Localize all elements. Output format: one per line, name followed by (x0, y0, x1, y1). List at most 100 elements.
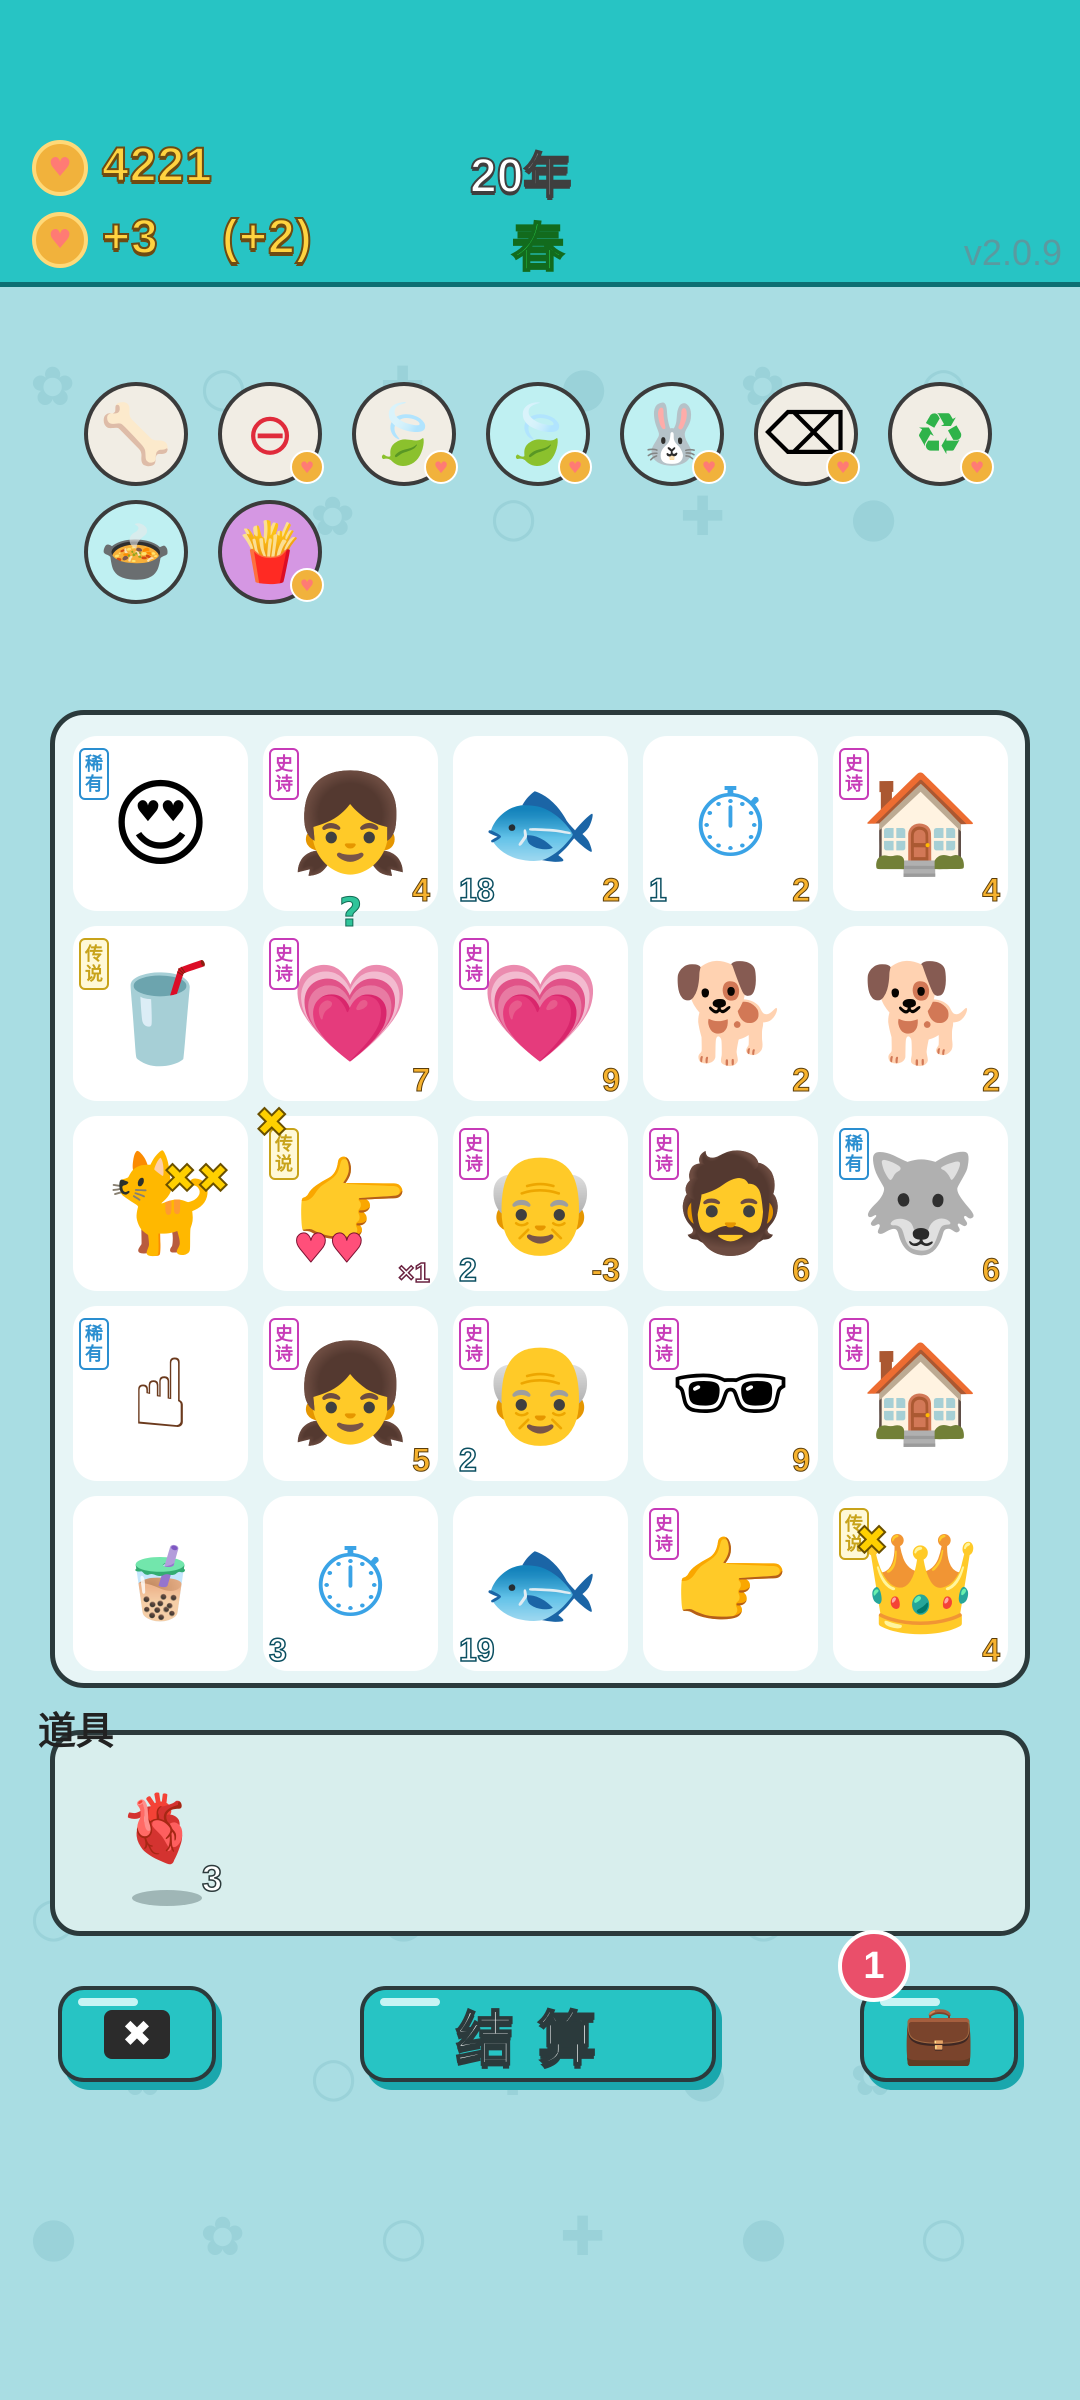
rarity-tag: 传说 (79, 938, 109, 990)
items-title: 道具 (38, 1711, 115, 1753)
board-cell[interactable]: 👧 史诗 4 (263, 736, 438, 911)
rarity-tag: 稀有 (79, 748, 109, 800)
board-cell[interactable]: 💗 史诗 9 (453, 926, 628, 1101)
cell-value: 6 (982, 1252, 1001, 1289)
board-cell[interactable]: 🐟 18 2 (453, 736, 628, 911)
board-cell[interactable]: 🕶 史诗 9 (643, 1306, 818, 1481)
rarity-tag: 稀有 (839, 1128, 869, 1180)
button-shine (78, 1998, 138, 2006)
board-cell[interactable]: 👧 史诗 5 (263, 1306, 438, 1481)
board-cell[interactable]: 🥤 传说 (73, 926, 248, 1101)
coin-total: 4221 (101, 138, 213, 193)
question-mark-icon: ? (338, 890, 363, 937)
income-bonus: (+2) (221, 210, 313, 265)
cell-value: 2 (602, 872, 621, 909)
rarity-tag: 史诗 (839, 1318, 869, 1370)
coin-icon: ♥ (32, 140, 88, 196)
income-value: +3 (101, 210, 159, 265)
cell-value: 4 (982, 1632, 1001, 1669)
board-cell[interactable]: 👴 史诗 2 (453, 1306, 628, 1481)
board-cell[interactable]: 🧋 (73, 1496, 248, 1671)
settle-button[interactable]: 结算 (360, 1986, 716, 2082)
season-label: 春 (511, 218, 565, 280)
board-cell[interactable]: ⏱ 1 2 (643, 736, 818, 911)
board-cell[interactable]: ⏱ 3 (263, 1496, 438, 1671)
reroll-icon: ♻ (914, 400, 966, 468)
green-leaf-ability-button[interactable]: 🍃 ♥ (486, 382, 592, 486)
income-coin-icon: ♥ (32, 212, 88, 268)
yellow-leaf-ability-button[interactable]: 🍃 ♥ (352, 382, 458, 486)
cell-counter: 18 (458, 871, 495, 909)
delete-button[interactable]: ✖ (58, 1986, 216, 2082)
rarity-tag: 史诗 (649, 1318, 679, 1370)
reroll-ability-button[interactable]: ♻ ♥ (888, 382, 994, 486)
board-cell[interactable]: 🐈 ✖✖ (73, 1116, 248, 1291)
cell-value: -3 (591, 1252, 620, 1289)
briefcase-icon: 💼 (902, 1999, 976, 2068)
rarity-tag: 稀有 (79, 1318, 109, 1370)
button-shine (380, 1998, 440, 2006)
button-shine (880, 1998, 940, 2006)
board-cell[interactable]: 🐺 稀有 6 (833, 1116, 1008, 1291)
rarity-tag: 史诗 (649, 1128, 679, 1180)
cell-counter: 19 (458, 1631, 495, 1669)
cell-counter: 2 (458, 1251, 477, 1289)
cell-counter: 3 (268, 1631, 287, 1669)
pet-food-ability-button[interactable]: 🦴 (84, 382, 188, 486)
rarity-tag: 史诗 (649, 1508, 679, 1560)
liver-item-icon[interactable]: 🫀 (118, 1790, 200, 1868)
rarity-tag: 史诗 (459, 1318, 489, 1370)
version-label: v2.0.9 (963, 232, 1062, 273)
board-cell[interactable]: 👉 史诗 (643, 1496, 818, 1671)
board-cell[interactable]: 🏠 史诗 (833, 1306, 1008, 1481)
delete-ability-button[interactable]: ⌫ ♥ (754, 382, 860, 486)
coin-cost-icon: ♥ (290, 450, 324, 484)
board-cell[interactable]: 🧔 史诗 6 (643, 1116, 818, 1291)
board-cell[interactable]: 💗 史诗 ? 7 (263, 890, 438, 1101)
cell-value: 2 (792, 1062, 811, 1099)
cat-icon: 🐈 (100, 1147, 221, 1259)
coin-cost-icon: ♥ (960, 450, 994, 484)
board-cell[interactable]: 🏠 史诗 4 (833, 736, 1008, 911)
board-cell[interactable]: 👑 传说 ✖ 4 (833, 1496, 1008, 1671)
hearts-icon: ♥♥ (293, 1226, 366, 1273)
board-cell[interactable]: ☝ 稀有 (73, 1306, 248, 1481)
coin-cost-icon: ♥ (826, 450, 860, 484)
rarity-tag: 史诗 (269, 1318, 299, 1370)
bone-icon: 🦴 (99, 399, 173, 468)
coin-cost-icon: ♥ (558, 450, 592, 484)
coin-cost-icon: ♥ (424, 450, 458, 484)
bubble-tea-icon: 🧋 (116, 1542, 205, 1624)
cell-counter: 1 (648, 871, 667, 909)
board-cell[interactable]: 🐕 2 (833, 926, 1008, 1101)
cell-value: 7 (412, 1062, 431, 1099)
coin-cost-icon: ♥ (692, 450, 726, 484)
item-shadow (132, 1890, 202, 1906)
board-cell[interactable]: 😍 稀有 (73, 736, 248, 911)
board-cell[interactable]: 🐟 19 (453, 1496, 628, 1671)
cell-counter: 2 (458, 1441, 477, 1479)
top-status-bar: ♥ 4221 ♥ +3 (+2) 20年 春 v2.0.9 (0, 0, 1080, 287)
year-label: 20年 (469, 149, 572, 204)
cross-mark-icon: ✖ (854, 1517, 889, 1565)
remove-ability-button[interactable]: ⊖ ♥ (218, 382, 324, 486)
rarity-tag: 史诗 (839, 748, 869, 800)
notification-badge: 1 (838, 1930, 910, 2002)
multiplier-label: ×1 (397, 1256, 430, 1289)
delete-icon: ✖ (103, 2009, 171, 2059)
cell-value: 2 (792, 872, 811, 909)
duck-pot-ability-button[interactable]: 🍲 (84, 500, 188, 604)
cell-value: 4 (982, 872, 1001, 909)
rabbit-ability-button[interactable]: 🐰 ♥ (620, 382, 726, 486)
game-board: 😍 稀有 👧 史诗 4 🐟 18 2 ⏱ 1 2 🏠 史诗 4 🥤 传说 💗 史… (50, 710, 1030, 1688)
board-cell[interactable]: 👴 史诗 2 -3 (453, 1116, 628, 1291)
rarity-tag: 史诗 (269, 938, 299, 990)
rarity-tag: 史诗 (459, 1128, 489, 1180)
cell-value: 9 (792, 1442, 811, 1479)
cell-value: 5 (412, 1442, 431, 1479)
board-cell[interactable]: 🐕 2 (643, 926, 818, 1101)
rarity-tag: 史诗 (269, 748, 299, 800)
cell-value: 4 (412, 872, 431, 909)
fries-ability-button[interactable]: 🍟 ♥ (218, 500, 324, 604)
board-cell[interactable]: 👉 传说 ✖ ♥♥ ×1 (254, 1099, 438, 1291)
